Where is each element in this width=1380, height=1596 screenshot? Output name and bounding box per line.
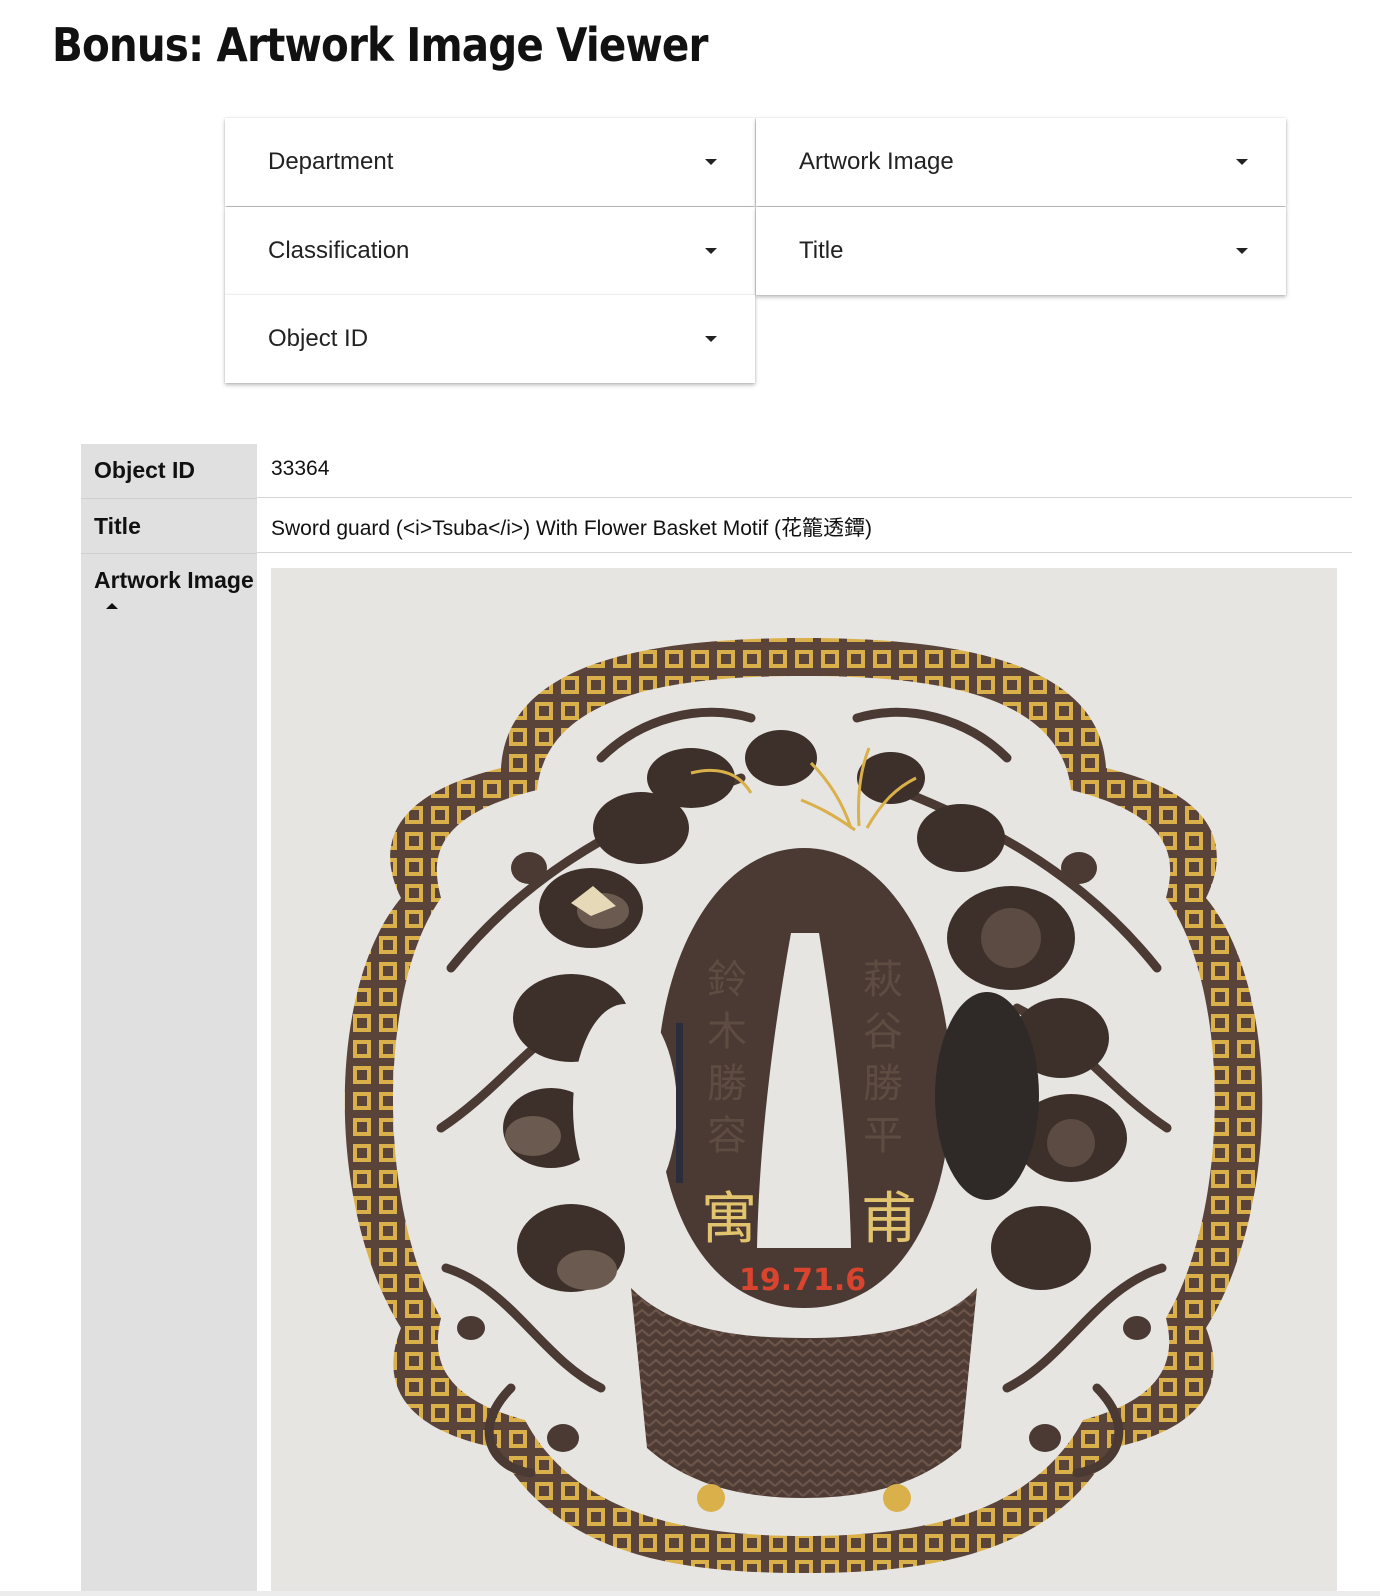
caret-down-icon (1236, 159, 1248, 165)
caret-down-icon (705, 248, 717, 254)
details-row-title: Title Sword guard (<i>Tsuba</i>) With Fl… (81, 498, 1352, 553)
caret-down-icon (705, 336, 717, 342)
viewport-bottom-edge (0, 1591, 1380, 1596)
artwork-image: 鈴木勝容 萩谷勝平 寓 甫 19.71.6 (271, 568, 1337, 1596)
artwork-details-table: Object ID 33364 Title Sword guard (<i>Ts… (81, 444, 1352, 1596)
title-value: Sword guard (<i>Tsuba</i>) With Flower B… (257, 498, 1352, 553)
artwork-image-dropdown[interactable]: Artwork Image (756, 118, 1286, 206)
classification-dropdown-label: Classification (268, 237, 410, 264)
object-id-header: Object ID (81, 444, 257, 498)
details-row-artwork-image: Artwork Image 鈴木勝容 萩谷勝平 寓 甫 19.71.6 (81, 553, 1352, 1596)
gold-seal-left: 寓 (701, 1187, 757, 1252)
catalog-number: 19.71.6 (739, 1263, 866, 1298)
caret-down-icon (705, 159, 717, 165)
caret-down-icon (1236, 248, 1248, 254)
title-dropdown[interactable]: Title (756, 207, 1286, 295)
page-title: Bonus: Artwork Image Viewer (52, 18, 708, 72)
artwork-image-header[interactable]: Artwork Image (81, 553, 257, 1596)
artwork-image-header-label: Artwork Image (94, 567, 254, 593)
object-id-value: 33364 (257, 444, 1352, 498)
gold-seal-right: 甫 (861, 1187, 917, 1252)
artwork-image-dropdown-label: Artwork Image (799, 148, 954, 175)
title-header: Title (81, 498, 257, 553)
object-id-dropdown[interactable]: Object ID (225, 295, 755, 383)
details-row-object-id: Object ID 33364 (81, 444, 1352, 498)
sort-ascending-icon[interactable] (106, 603, 118, 609)
department-dropdown[interactable]: Department (225, 118, 755, 206)
department-dropdown-label: Department (268, 148, 394, 175)
artwork-image-cell: 鈴木勝容 萩谷勝平 寓 甫 19.71.6 (257, 553, 1352, 1596)
title-dropdown-label: Title (799, 237, 844, 264)
object-id-dropdown-label: Object ID (268, 325, 369, 352)
classification-dropdown[interactable]: Classification (225, 207, 755, 295)
